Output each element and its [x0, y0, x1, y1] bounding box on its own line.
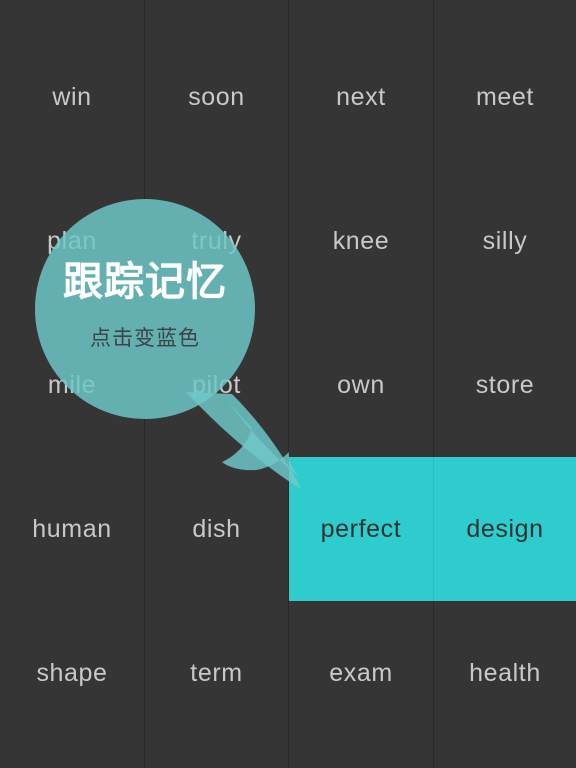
- word-cell-empty[interactable]: [0, 745, 145, 768]
- word-cell-label: shape: [36, 658, 108, 687]
- word-cell-empty[interactable]: [434, 0, 576, 25]
- grid-row: [0, 0, 576, 25]
- word-grid-screen: win soon next meet plan truly knee silly mile pil…: [0, 0, 576, 768]
- word-cell-label: perfect: [320, 514, 402, 543]
- word-cell-empty[interactable]: [434, 745, 576, 768]
- grid-row: plan truly knee silly: [0, 169, 576, 313]
- word-cell-truly[interactable]: truly: [145, 169, 289, 313]
- word-cell-label: knee: [332, 226, 390, 255]
- word-cell-label: exam: [329, 658, 393, 687]
- word-cell-label: term: [190, 658, 243, 687]
- word-cell-term[interactable]: term: [145, 601, 289, 745]
- word-cell-human[interactable]: human: [0, 457, 145, 601]
- word-cell-perfect[interactable]: perfect: [289, 457, 434, 601]
- word-grid: win soon next meet plan truly knee silly mile pil…: [0, 0, 576, 768]
- word-cell-label: pilot: [192, 370, 241, 399]
- word-cell-empty[interactable]: [289, 0, 434, 25]
- word-cell-label: own: [337, 370, 385, 399]
- word-cell-label: health: [469, 658, 541, 687]
- word-cell-label: next: [336, 82, 386, 111]
- word-cell-label: plan: [47, 226, 97, 255]
- word-cell-label: design: [466, 514, 544, 543]
- word-cell-knee[interactable]: knee: [289, 169, 434, 313]
- word-cell-label: win: [52, 82, 92, 111]
- word-cell-soon[interactable]: soon: [145, 25, 289, 169]
- word-cell-design[interactable]: design: [434, 457, 576, 601]
- word-cell-shape[interactable]: shape: [0, 601, 145, 745]
- word-cell-label: soon: [188, 82, 245, 111]
- word-cell-next[interactable]: next: [289, 25, 434, 169]
- grid-row: human dish perfect design: [0, 457, 576, 601]
- word-cell-pilot[interactable]: pilot: [145, 313, 289, 457]
- word-cell-meet[interactable]: meet: [434, 25, 576, 169]
- grid-row: win soon next meet: [0, 25, 576, 169]
- word-cell-label: truly: [191, 226, 242, 255]
- grid-row: mile pilot own store: [0, 313, 576, 457]
- word-cell-empty[interactable]: [145, 745, 289, 768]
- word-cell-silly[interactable]: silly: [434, 169, 576, 313]
- word-cell-label: dish: [192, 514, 241, 543]
- word-cell-win[interactable]: win: [0, 25, 145, 169]
- word-cell-label: mile: [47, 370, 97, 399]
- grid-row: [0, 745, 576, 768]
- word-cell-store[interactable]: store: [434, 313, 576, 457]
- word-cell-empty[interactable]: [289, 745, 434, 768]
- word-cell-label: human: [32, 514, 112, 543]
- word-cell-label: silly: [482, 226, 528, 255]
- word-cell-empty[interactable]: [145, 0, 289, 25]
- grid-row: shape term exam health: [0, 601, 576, 745]
- word-cell-exam[interactable]: exam: [289, 601, 434, 745]
- word-cell-dish[interactable]: dish: [145, 457, 289, 601]
- word-cell-mile[interactable]: mile: [0, 313, 145, 457]
- word-cell-label: meet: [476, 82, 534, 111]
- word-cell-label: store: [475, 370, 535, 399]
- word-cell-empty[interactable]: [0, 0, 145, 25]
- word-cell-health[interactable]: health: [434, 601, 576, 745]
- word-cell-own[interactable]: own: [289, 313, 434, 457]
- word-cell-plan[interactable]: plan: [0, 169, 145, 313]
